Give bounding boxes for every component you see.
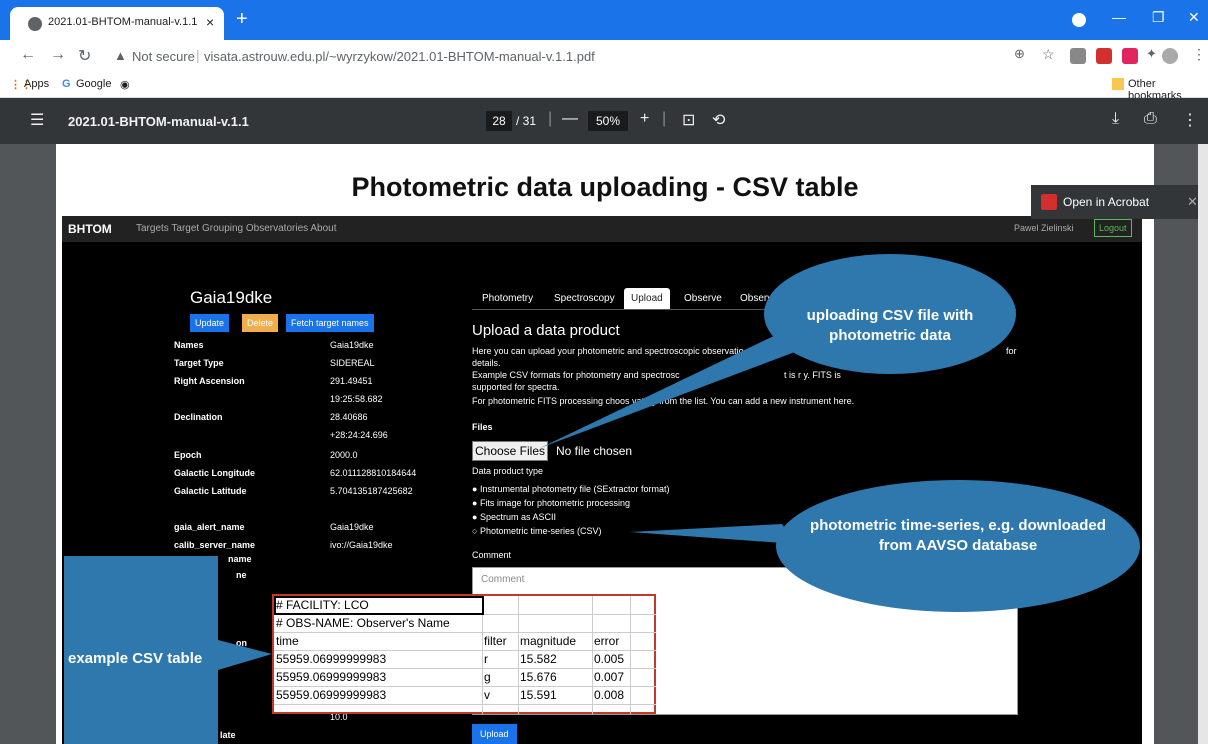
callout-upload-text: uploading CSV file with photometric data (806, 307, 974, 344)
csv-cell: r (484, 652, 488, 666)
csv-comment: # OBS-NAME: Observer's Name (276, 616, 450, 630)
csv-header: error (594, 634, 620, 648)
grid-line (274, 686, 656, 687)
callout-pointer (540, 334, 800, 448)
open-in-acrobat-banner[interactable]: Open in Acrobat ✕ (1031, 185, 1208, 219)
callout-pointer (630, 524, 796, 544)
csv-cell: g (484, 670, 491, 684)
csv-cell: 15.591 (520, 688, 557, 702)
csv-cell: 55959.06999999983 (276, 670, 387, 684)
callout-pointer (218, 640, 272, 670)
csv-cell: v (484, 688, 490, 702)
grid-line (274, 668, 656, 669)
csv-table: # FACILITY: LCO # OBS-NAME: Observer's N… (272, 594, 656, 714)
acrobat-icon (1041, 194, 1057, 210)
open-in-acrobat-label: Open in Acrobat (1063, 195, 1150, 209)
csv-cell: 55959.06999999983 (276, 652, 387, 666)
csv-header: magnitude (520, 634, 577, 648)
csv-cell: 0.005 (594, 652, 625, 666)
grid-line (274, 632, 656, 633)
callout-timeseries-text: photometric time-series, e.g. downloaded… (810, 517, 1106, 554)
csv-comment: # FACILITY: LCO (276, 598, 369, 612)
csv-cell: 0.008 (594, 688, 625, 702)
grid-line (274, 704, 656, 705)
csv-cell: 15.582 (520, 652, 557, 666)
csv-header: filter (484, 634, 507, 648)
scrollbar[interactable] (1198, 144, 1208, 744)
csv-cell: 55959.06999999983 (276, 688, 387, 702)
close-icon[interactable]: ✕ (1187, 194, 1198, 210)
grid-line (274, 650, 656, 651)
csv-cell: 0.007 (594, 670, 625, 684)
csv-header: time (276, 634, 299, 648)
callout-example-text: example CSV table (68, 650, 203, 667)
csv-cell: 15.676 (520, 670, 557, 684)
